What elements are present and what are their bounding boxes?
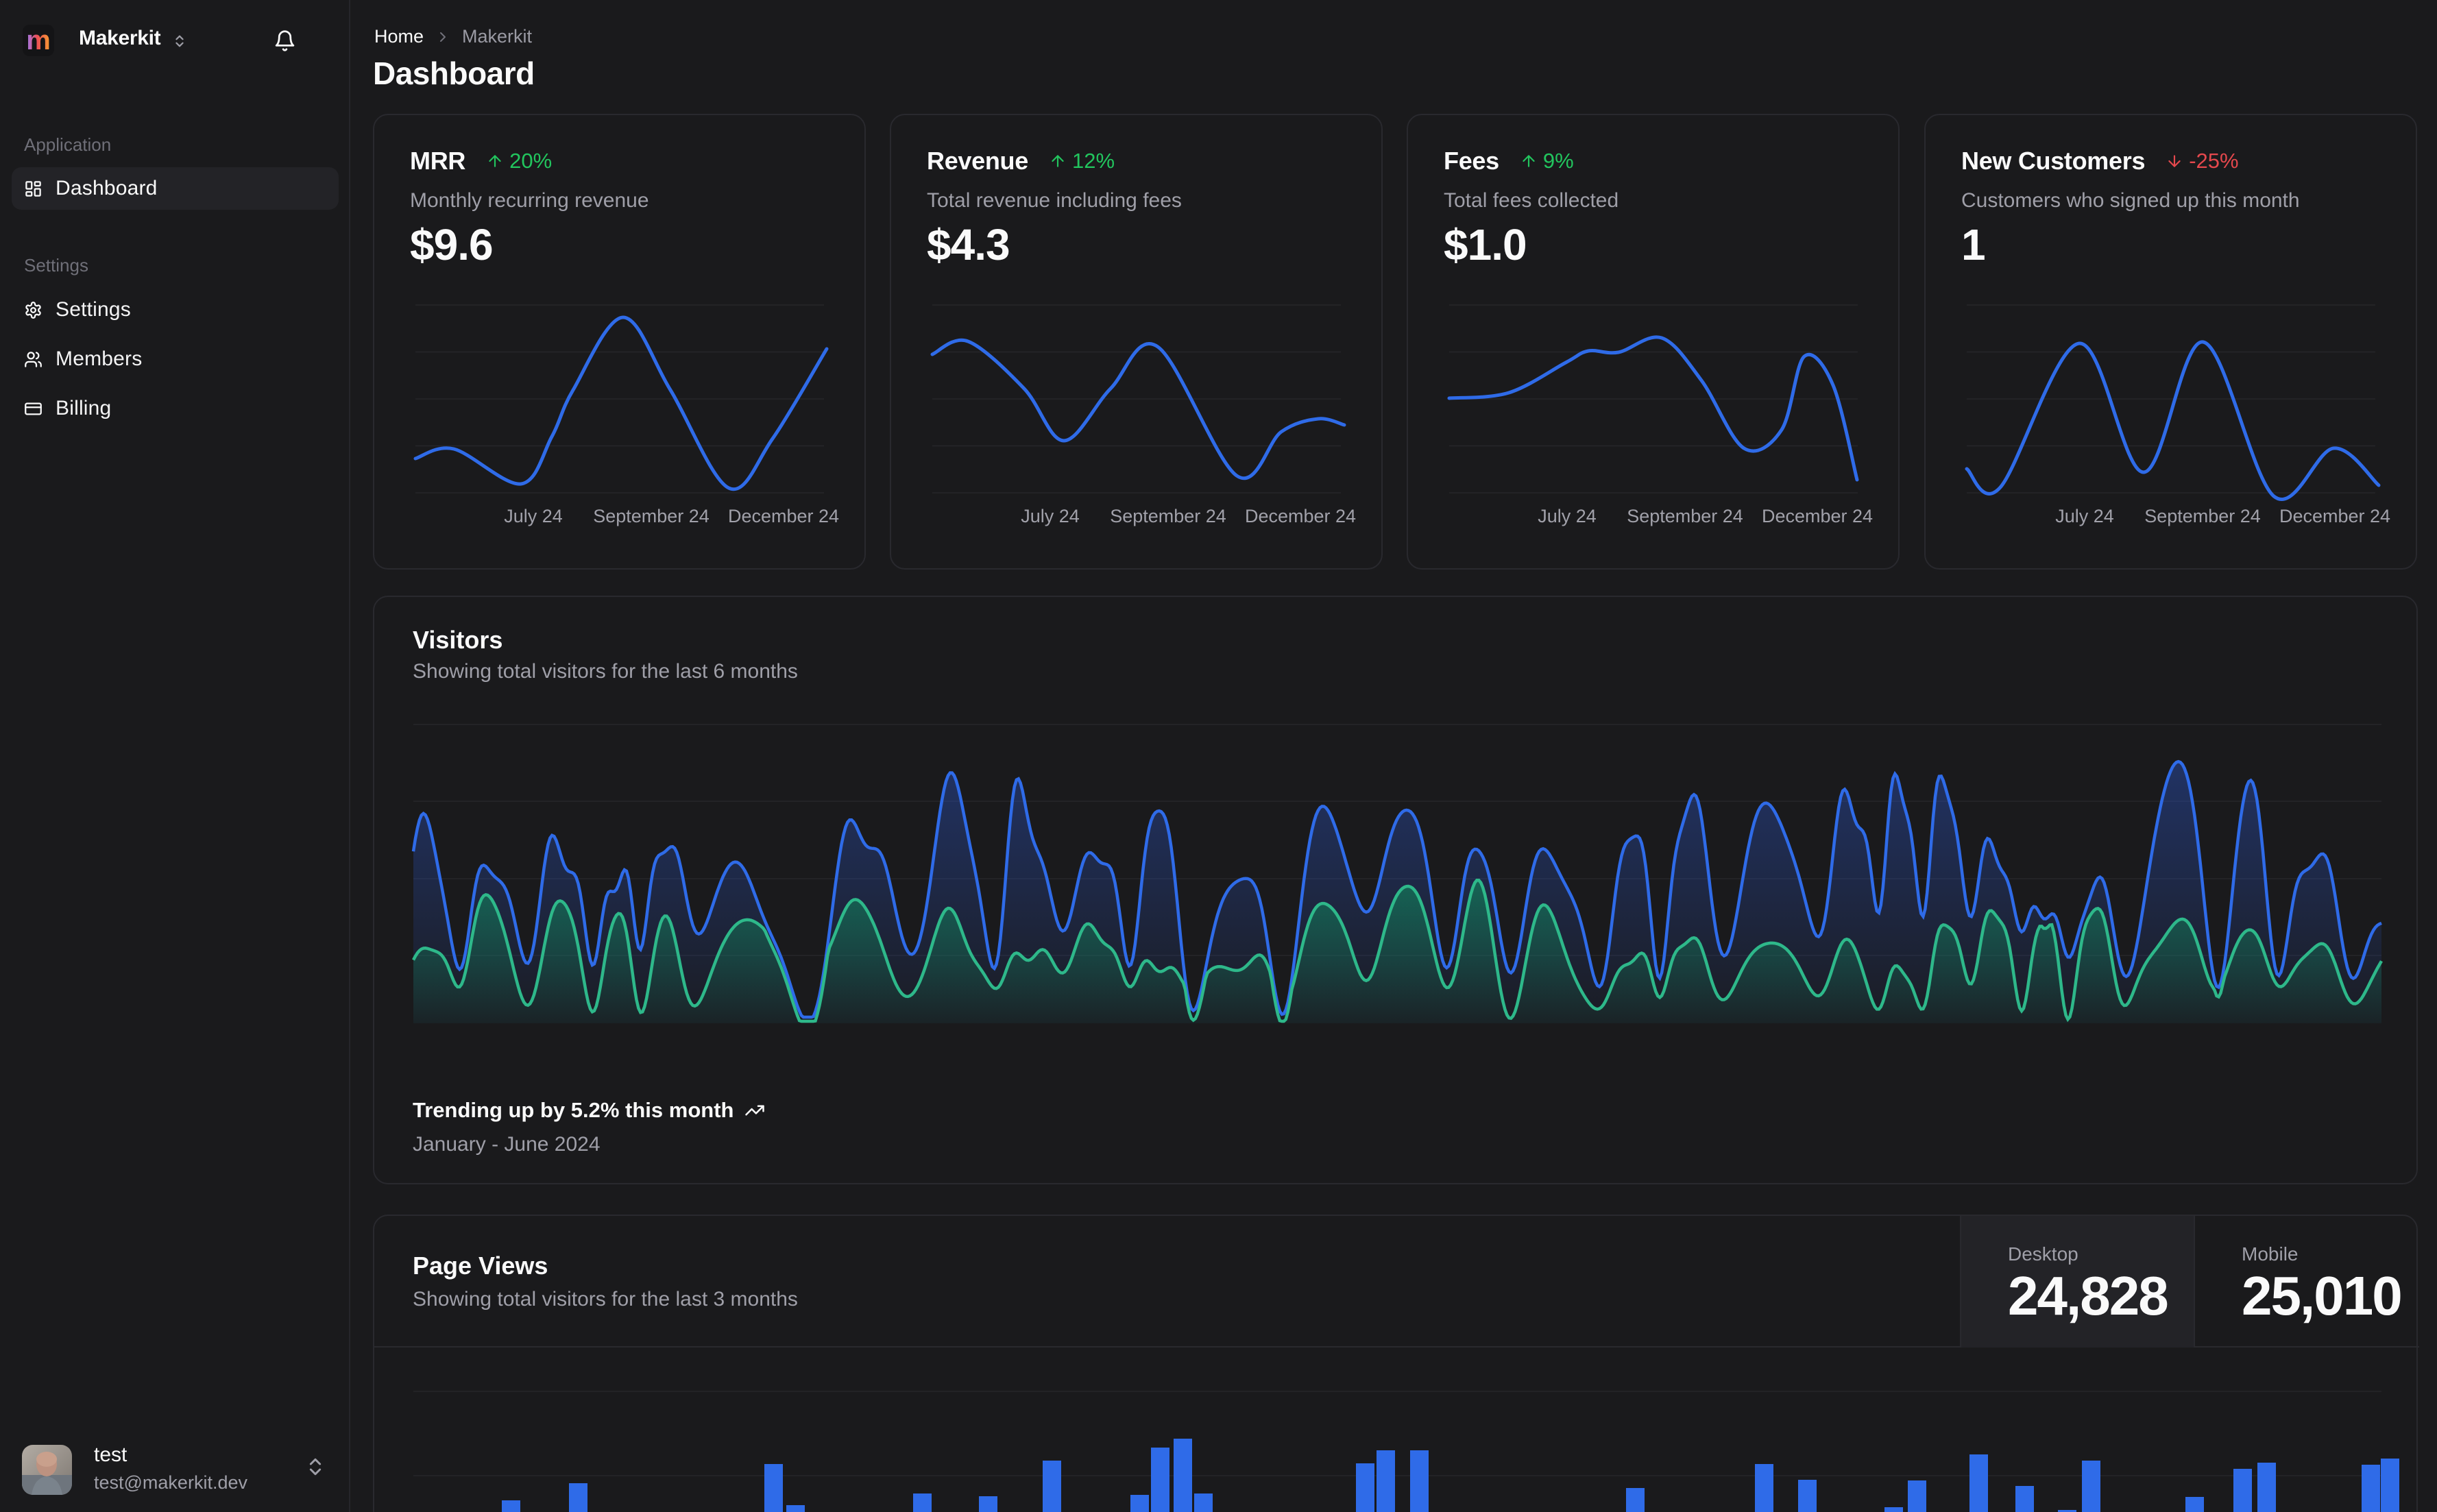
svg-text:m: m xyxy=(26,25,51,56)
